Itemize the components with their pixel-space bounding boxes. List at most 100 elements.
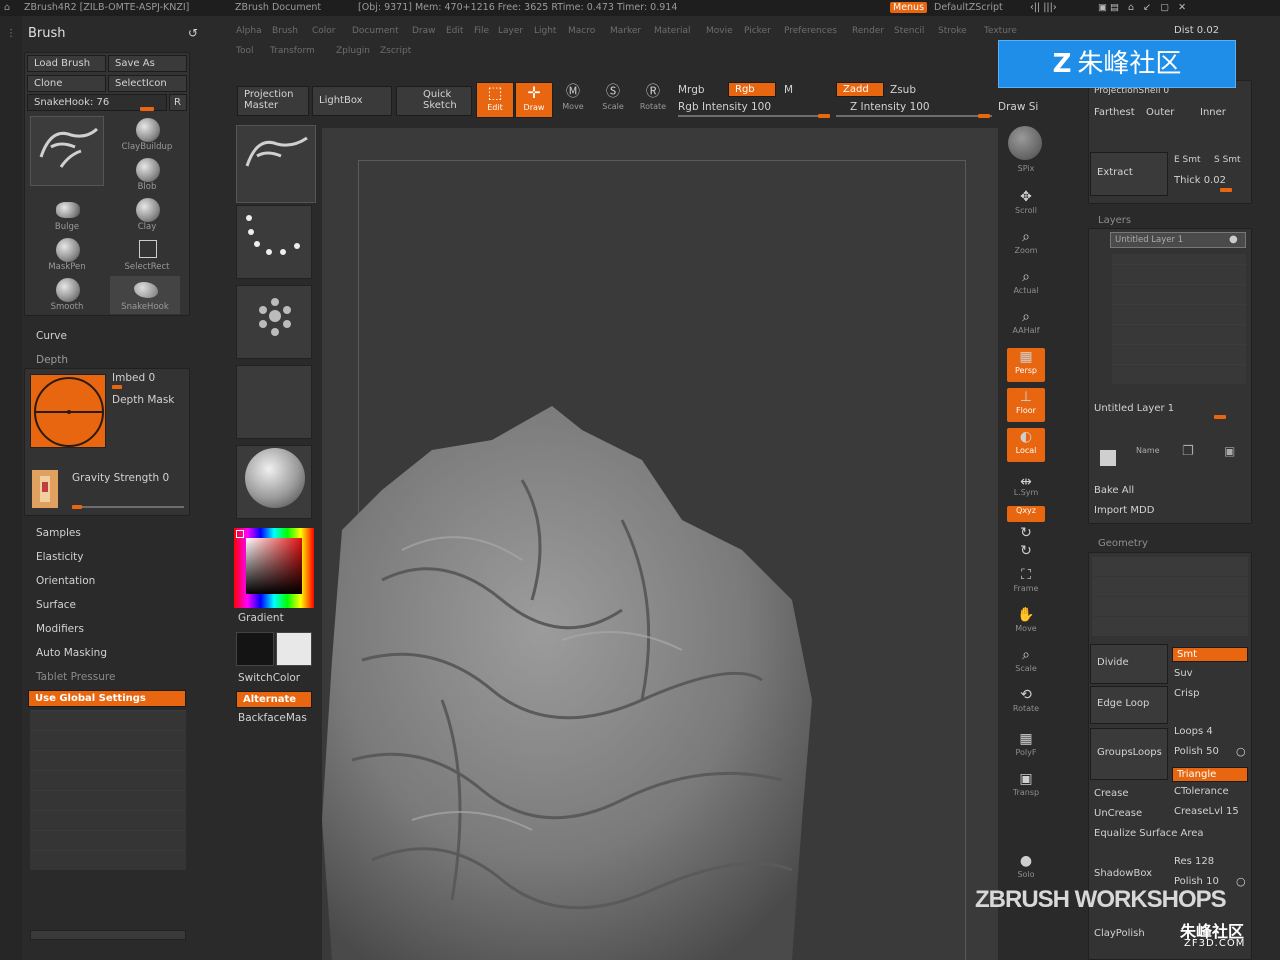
dock-icon[interactable]: ⋮ <box>6 28 16 39</box>
polish-toggle-icon[interactable]: ○ <box>1236 745 1246 758</box>
quick-sketch-button[interactable]: Quick Sketch <box>396 86 472 116</box>
bpr-render-button[interactable] <box>1008 126 1042 160</box>
mrgb-button[interactable]: Mrgb <box>678 84 705 96</box>
layer-copy-icon[interactable]: ❐ <box>1182 444 1194 459</box>
main-color-swatch[interactable] <box>236 632 274 666</box>
menu-document[interactable]: Document <box>352 26 399 36</box>
depth-menu[interactable]: Depth <box>36 354 68 366</box>
rotate-axis-buttons[interactable]: ↻ ↻ <box>1007 524 1045 559</box>
z-intensity-slider[interactable]: Z Intensity 100 <box>850 101 930 113</box>
scroll-button[interactable]: ✥ Scroll <box>1007 188 1045 222</box>
menu-layer[interactable]: Layer <box>498 26 523 36</box>
actual-button[interactable]: ⌕ Actual <box>1007 268 1045 302</box>
local-button[interactable]: ◐ Local <box>1007 428 1045 462</box>
farthest-button[interactable]: Farthest <box>1094 107 1135 118</box>
polish-slider[interactable]: Polish 50 <box>1174 746 1219 757</box>
menu-zscript[interactable]: Zscript <box>380 46 411 56</box>
menu-macro[interactable]: Macro <box>568 26 595 36</box>
load-brush-button[interactable]: Load Brush <box>27 55 106 72</box>
loops-slider[interactable]: Loops 4 <box>1174 726 1213 737</box>
polyf-button[interactable]: ▦ PolyF <box>1007 730 1045 764</box>
solo-button[interactable]: ● Solo <box>1007 852 1045 886</box>
menu-render[interactable]: Render <box>852 26 884 36</box>
lightbox-button[interactable]: LightBox <box>312 86 392 116</box>
menu-stencil[interactable]: Stencil <box>894 26 924 36</box>
stroke-thumb[interactable] <box>236 205 312 279</box>
import-mdd-button[interactable]: Import MDD <box>1094 505 1154 516</box>
menu-marker[interactable]: Marker <box>610 26 641 36</box>
z-intensity-knob[interactable] <box>978 114 990 118</box>
brush-selectrect[interactable]: SelectRect <box>112 236 182 274</box>
bake-all-button[interactable]: Bake All <box>1094 485 1134 496</box>
claypolish-button[interactable]: ClayPolish <box>1094 928 1145 939</box>
current-brush-thumbnail[interactable] <box>30 116 104 186</box>
select-icon-button[interactable]: SelectIcon <box>108 75 187 92</box>
thick-slider[interactable]: Thick 0.02 <box>1174 175 1226 186</box>
menu-picker[interactable]: Picker <box>744 26 771 36</box>
close-bar[interactable] <box>30 930 186 940</box>
brush-smooth[interactable]: Smooth <box>32 276 102 314</box>
clone-button[interactable]: Clone <box>27 75 106 92</box>
layer-row-1[interactable]: Untitled Layer 1 ● <box>1110 232 1246 248</box>
switchcolor-button[interactable]: SwitchColor <box>238 672 300 684</box>
menu-draw[interactable]: Draw <box>412 26 436 36</box>
rotate-view-button[interactable]: ⟲ Rotate <box>1007 686 1045 720</box>
geometry-header[interactable]: Geometry <box>1098 538 1148 549</box>
draw-button[interactable]: ✛ Draw <box>515 82 553 118</box>
brush-blob[interactable]: Blob <box>112 156 182 194</box>
menu-brush[interactable]: Brush <box>272 26 298 36</box>
color-picker[interactable] <box>234 528 314 608</box>
suv-button[interactable]: Suv <box>1174 668 1193 679</box>
ctolerance-slider[interactable]: CTolerance <box>1174 786 1229 797</box>
move-button[interactable]: Ⓜ Move <box>554 82 592 118</box>
color-square[interactable] <box>246 538 302 594</box>
record-icon[interactable]: ● <box>1229 234 1238 245</box>
rgb-intensity-slider[interactable]: Rgb Intensity 100 <box>678 101 771 113</box>
surface-menu[interactable]: Surface <box>36 599 76 611</box>
uncrease-button[interactable]: UnCrease <box>1094 808 1142 819</box>
nav-arrows-icon[interactable]: ‹|| |||› <box>1030 2 1057 13</box>
thick-knob[interactable] <box>1220 188 1232 192</box>
brush-maskpen[interactable]: MaskPen <box>32 236 102 274</box>
outer-button[interactable]: Outer <box>1146 107 1174 118</box>
edge-loop-button[interactable]: Edge Loop <box>1090 686 1168 724</box>
gravity-strength-slider[interactable]: Gravity Strength 0 <box>72 472 169 484</box>
texture-thumb[interactable] <box>236 365 312 439</box>
backface-mask-button[interactable]: BackfaceMas <box>238 712 307 724</box>
qxyz-button[interactable]: Qxyz <box>1007 506 1045 522</box>
brush-bulge[interactable]: Bulge <box>32 196 102 234</box>
window-icons[interactable]: ▣ ▤ ⌂ ↙ ▢ ✕ <box>1098 2 1186 13</box>
brush-slider-knob[interactable] <box>140 107 154 111</box>
divide-button[interactable]: Divide <box>1090 644 1168 684</box>
menu-alpha[interactable]: Alpha <box>236 26 262 36</box>
depth-gauge[interactable] <box>30 374 106 448</box>
shadowbox-polish-toggle-icon[interactable]: ○ <box>1236 875 1246 888</box>
save-as-button[interactable]: Save As <box>108 55 187 72</box>
use-global-settings-button[interactable]: Use Global Settings <box>28 690 186 707</box>
menu-movie[interactable]: Movie <box>706 26 733 36</box>
smt-button[interactable]: Smt <box>1172 647 1248 662</box>
persp-button[interactable]: ▦ Persp <box>1007 348 1045 382</box>
curve-menu[interactable]: Curve <box>36 330 67 342</box>
samples-menu[interactable]: Samples <box>36 527 81 539</box>
imbed-slider[interactable]: Imbed 0 <box>112 372 155 384</box>
zsub-button[interactable]: Zsub <box>890 84 916 96</box>
lsym-button[interactable]: ⇹ L.Sym <box>1007 475 1045 500</box>
elasticity-menu[interactable]: Elasticity <box>36 551 84 563</box>
menus-button[interactable]: Menus <box>890 2 928 13</box>
menu-light[interactable]: Light <box>534 26 556 36</box>
alternate-button[interactable]: Alternate <box>236 691 312 708</box>
brush-snakehook[interactable]: SnakeHook <box>110 276 180 314</box>
rgb-button[interactable]: Rgb <box>728 82 776 97</box>
menu-stroke[interactable]: Stroke <box>938 26 967 36</box>
frame-button[interactable]: ⛶ Frame <box>1007 566 1045 600</box>
crease-button[interactable]: Crease <box>1094 788 1129 799</box>
crisp-button[interactable]: Crisp <box>1174 688 1199 699</box>
layer-delete-icon[interactable]: ▣ <box>1224 444 1235 458</box>
layers-header[interactable]: Layers <box>1098 215 1131 226</box>
edit-button[interactable]: ⬚ Edit <box>476 82 514 118</box>
menu-file[interactable]: File <box>474 26 489 36</box>
gradient-label[interactable]: Gradient <box>238 612 284 624</box>
menu-color[interactable]: Color <box>312 26 336 36</box>
rotate-button[interactable]: Ⓡ Rotate <box>634 82 672 118</box>
